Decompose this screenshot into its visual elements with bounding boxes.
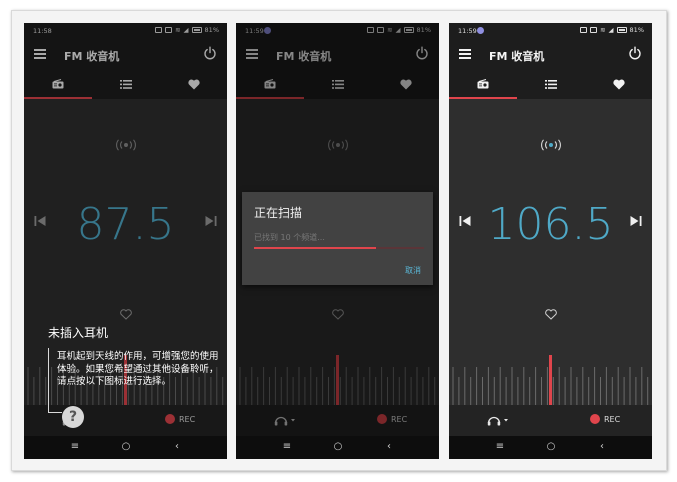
- rec-label: REC: [604, 414, 621, 424]
- signal-icon: [540, 139, 561, 151]
- tab-channel-list[interactable]: [517, 70, 585, 98]
- bottom-controls: REC: [449, 405, 652, 436]
- signal-strength-icon: ◢: [608, 26, 614, 34]
- record-icon: [590, 414, 600, 424]
- status-time: 11:59: [458, 27, 477, 35]
- back-nav-icon[interactable]: ‹: [170, 440, 184, 454]
- favorite-heart-icon[interactable]: [544, 309, 557, 320]
- home-nav-icon[interactable]: ○: [331, 440, 345, 454]
- hint-connector-line: [48, 348, 49, 413]
- tuning-scale[interactable]: [449, 355, 652, 405]
- power-icon[interactable]: [628, 46, 642, 60]
- menu-nav-icon[interactable]: ≡: [493, 440, 507, 454]
- status-bar: 11:59 ≋ ◢ 81%: [449, 23, 652, 40]
- list-icon: [545, 79, 557, 89]
- back-nav-icon[interactable]: ‹: [382, 440, 396, 454]
- home-nav-icon[interactable]: ○: [544, 440, 558, 454]
- menu-nav-icon[interactable]: ≡: [68, 440, 82, 454]
- tab-bar: [449, 70, 652, 99]
- tab-favorites[interactable]: [585, 70, 652, 98]
- heart-icon: [612, 79, 625, 89]
- rec-button[interactable]: REC: [590, 414, 620, 424]
- tuner-panel: 106.5: [449, 99, 652, 405]
- frequency-display: 106.5: [487, 199, 614, 250]
- home-nav-icon[interactable]: ○: [119, 440, 133, 454]
- help-button[interactable]: ?: [62, 406, 84, 428]
- battery-level: 81%: [629, 26, 644, 34]
- headset-icon[interactable]: [487, 414, 511, 426]
- system-nav-bar: ≡ ○ ‹: [24, 436, 227, 459]
- cancel-button[interactable]: 取消: [405, 265, 421, 276]
- back-nav-icon[interactable]: ‹: [595, 440, 609, 454]
- skip-next-icon[interactable]: [630, 215, 642, 227]
- screenshot-canvas: 11:58 ≋ ◢ 81% FM 收音机 87.5 REC ≡ ○ ‹ 未插入耳…: [0, 0, 677, 482]
- app-bar: FM 收音机: [449, 40, 652, 70]
- hint-title: 未插入耳机: [48, 326, 109, 340]
- system-nav-bar: ≡ ○ ‹: [449, 436, 652, 459]
- scan-dialog: 正在扫描 已找到 10 个频道... 取消: [242, 192, 433, 285]
- tuning-needle[interactable]: [549, 355, 552, 405]
- radio-icon: [477, 79, 489, 89]
- notification-dot-icon: [477, 27, 484, 34]
- menu-icon[interactable]: [459, 49, 471, 59]
- scan-progress-fill: [254, 247, 377, 249]
- scan-progress-bar: [254, 247, 424, 249]
- nfc-icon: [580, 27, 588, 33]
- dialog-title: 正在扫描: [254, 206, 303, 220]
- status-icons: ≋ ◢ 81%: [580, 26, 644, 34]
- phone-screen-2: 11:59 ≋ ◢ 81% FM 收音机 REC ≡ ○ ‹ 正在扫描 已找到 …: [236, 23, 439, 459]
- frequency-row: 106.5: [449, 199, 652, 250]
- wifi-icon: ≋: [600, 26, 606, 34]
- phone-screen-1: 11:58 ≋ ◢ 81% FM 收音机 87.5 REC ≡ ○ ‹ 未插入耳…: [24, 23, 227, 459]
- battery-icon: [616, 27, 627, 33]
- app-title: FM 收音机: [489, 50, 545, 63]
- hint-text: 耳机起到天线的作用，可增强您的使用体验。如果您希望通过其他设备聆听，请点按以下图…: [57, 351, 219, 387]
- phone-screen-3: 11:59 ≋ ◢ 81% FM 收音机 106.5 REC ≡ ○ ‹: [449, 23, 652, 459]
- hint-connector-line-horizontal: [48, 412, 62, 413]
- tab-radio[interactable]: [449, 70, 517, 98]
- system-nav-bar: ≡ ○ ‹: [236, 436, 439, 459]
- dialog-status-text: 已找到 10 个频道...: [254, 233, 325, 242]
- vibrate-icon: [590, 27, 598, 33]
- menu-nav-icon[interactable]: ≡: [280, 440, 294, 454]
